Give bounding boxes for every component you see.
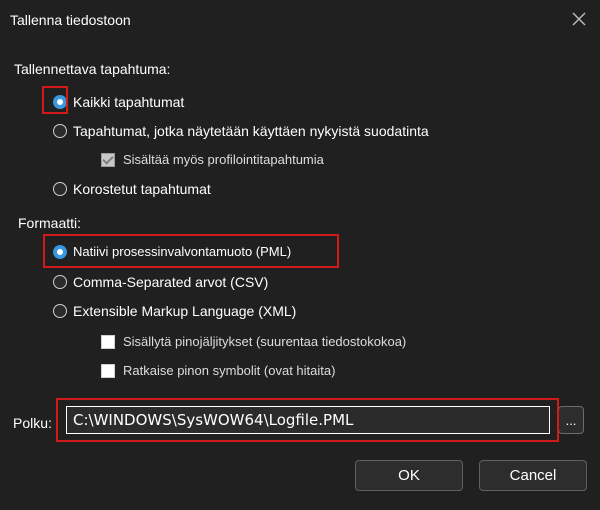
checkbox-label: Sisältää myös profilointitapahtumia <box>123 152 324 167</box>
radio-format-xml[interactable]: Extensible Markup Language (XML) <box>53 303 296 319</box>
radio-highlighted-events[interactable]: Korostetut tapahtumat <box>53 181 211 197</box>
browse-button[interactable]: ... <box>558 406 584 434</box>
cancel-button[interactable]: Cancel <box>479 460 587 491</box>
checkbox-label: Sisällytä pinojäljitykset (suurentaa tie… <box>123 334 407 349</box>
checkbox-resolve-symbols[interactable] <box>101 363 115 378</box>
checkbox-label: Ratkaise pinon symbolit (ovat hitaita) <box>123 363 336 378</box>
radio-label: Korostetut tapahtumat <box>73 181 211 197</box>
close-icon[interactable] <box>568 8 590 30</box>
radio-button[interactable] <box>53 244 67 259</box>
radio-button[interactable] <box>53 95 67 109</box>
radio-label: Natiivi prosessinvalvontamuoto (PML) <box>73 244 292 259</box>
profiling-checkbox-row: Sisältää myös profilointitapahtumia <box>101 152 324 167</box>
dialog-title: Tallenna tiedostoon <box>10 12 131 28</box>
path-label: Polku: <box>13 415 52 431</box>
radio-label: Extensible Markup Language (XML) <box>73 303 297 319</box>
radio-format-pml[interactable]: Natiivi prosessinvalvontamuoto (PML) <box>53 244 291 259</box>
radio-button[interactable] <box>53 124 67 138</box>
checkbox-profiling <box>101 152 115 167</box>
ok-button[interactable]: OK <box>355 460 463 491</box>
radio-all-events[interactable]: Kaikki tapahtumat <box>53 94 184 110</box>
radio-filtered-events[interactable]: Tapahtumat, jotka näytetään käyttäen nyk… <box>53 123 429 139</box>
path-input[interactable] <box>66 406 550 434</box>
checkbox-resolve-symbols-row[interactable]: Ratkaise pinon symbolit (ovat hitaita) <box>101 363 335 378</box>
radio-button[interactable] <box>53 182 67 196</box>
radio-format-csv[interactable]: Comma-Separated arvot (CSV) <box>53 274 268 290</box>
checkbox-stack-traces-row[interactable]: Sisällytä pinojäljitykset (suurentaa tie… <box>101 334 406 349</box>
radio-button[interactable] <box>53 275 67 289</box>
save-dialog: Tallenna tiedostoon Tallennettava tapaht… <box>0 0 600 510</box>
radio-label: Tapahtumat, jotka näytetään käyttäen nyk… <box>73 123 429 139</box>
format-section-label: Formaatti: <box>18 215 82 231</box>
events-section-label: Tallennettava tapahtuma: <box>14 61 171 77</box>
radio-button[interactable] <box>53 304 67 318</box>
radio-label: Kaikki tapahtumat <box>73 94 185 110</box>
checkbox-stack-traces[interactable] <box>101 334 115 349</box>
radio-label: Comma-Separated arvot (CSV) <box>73 274 269 290</box>
